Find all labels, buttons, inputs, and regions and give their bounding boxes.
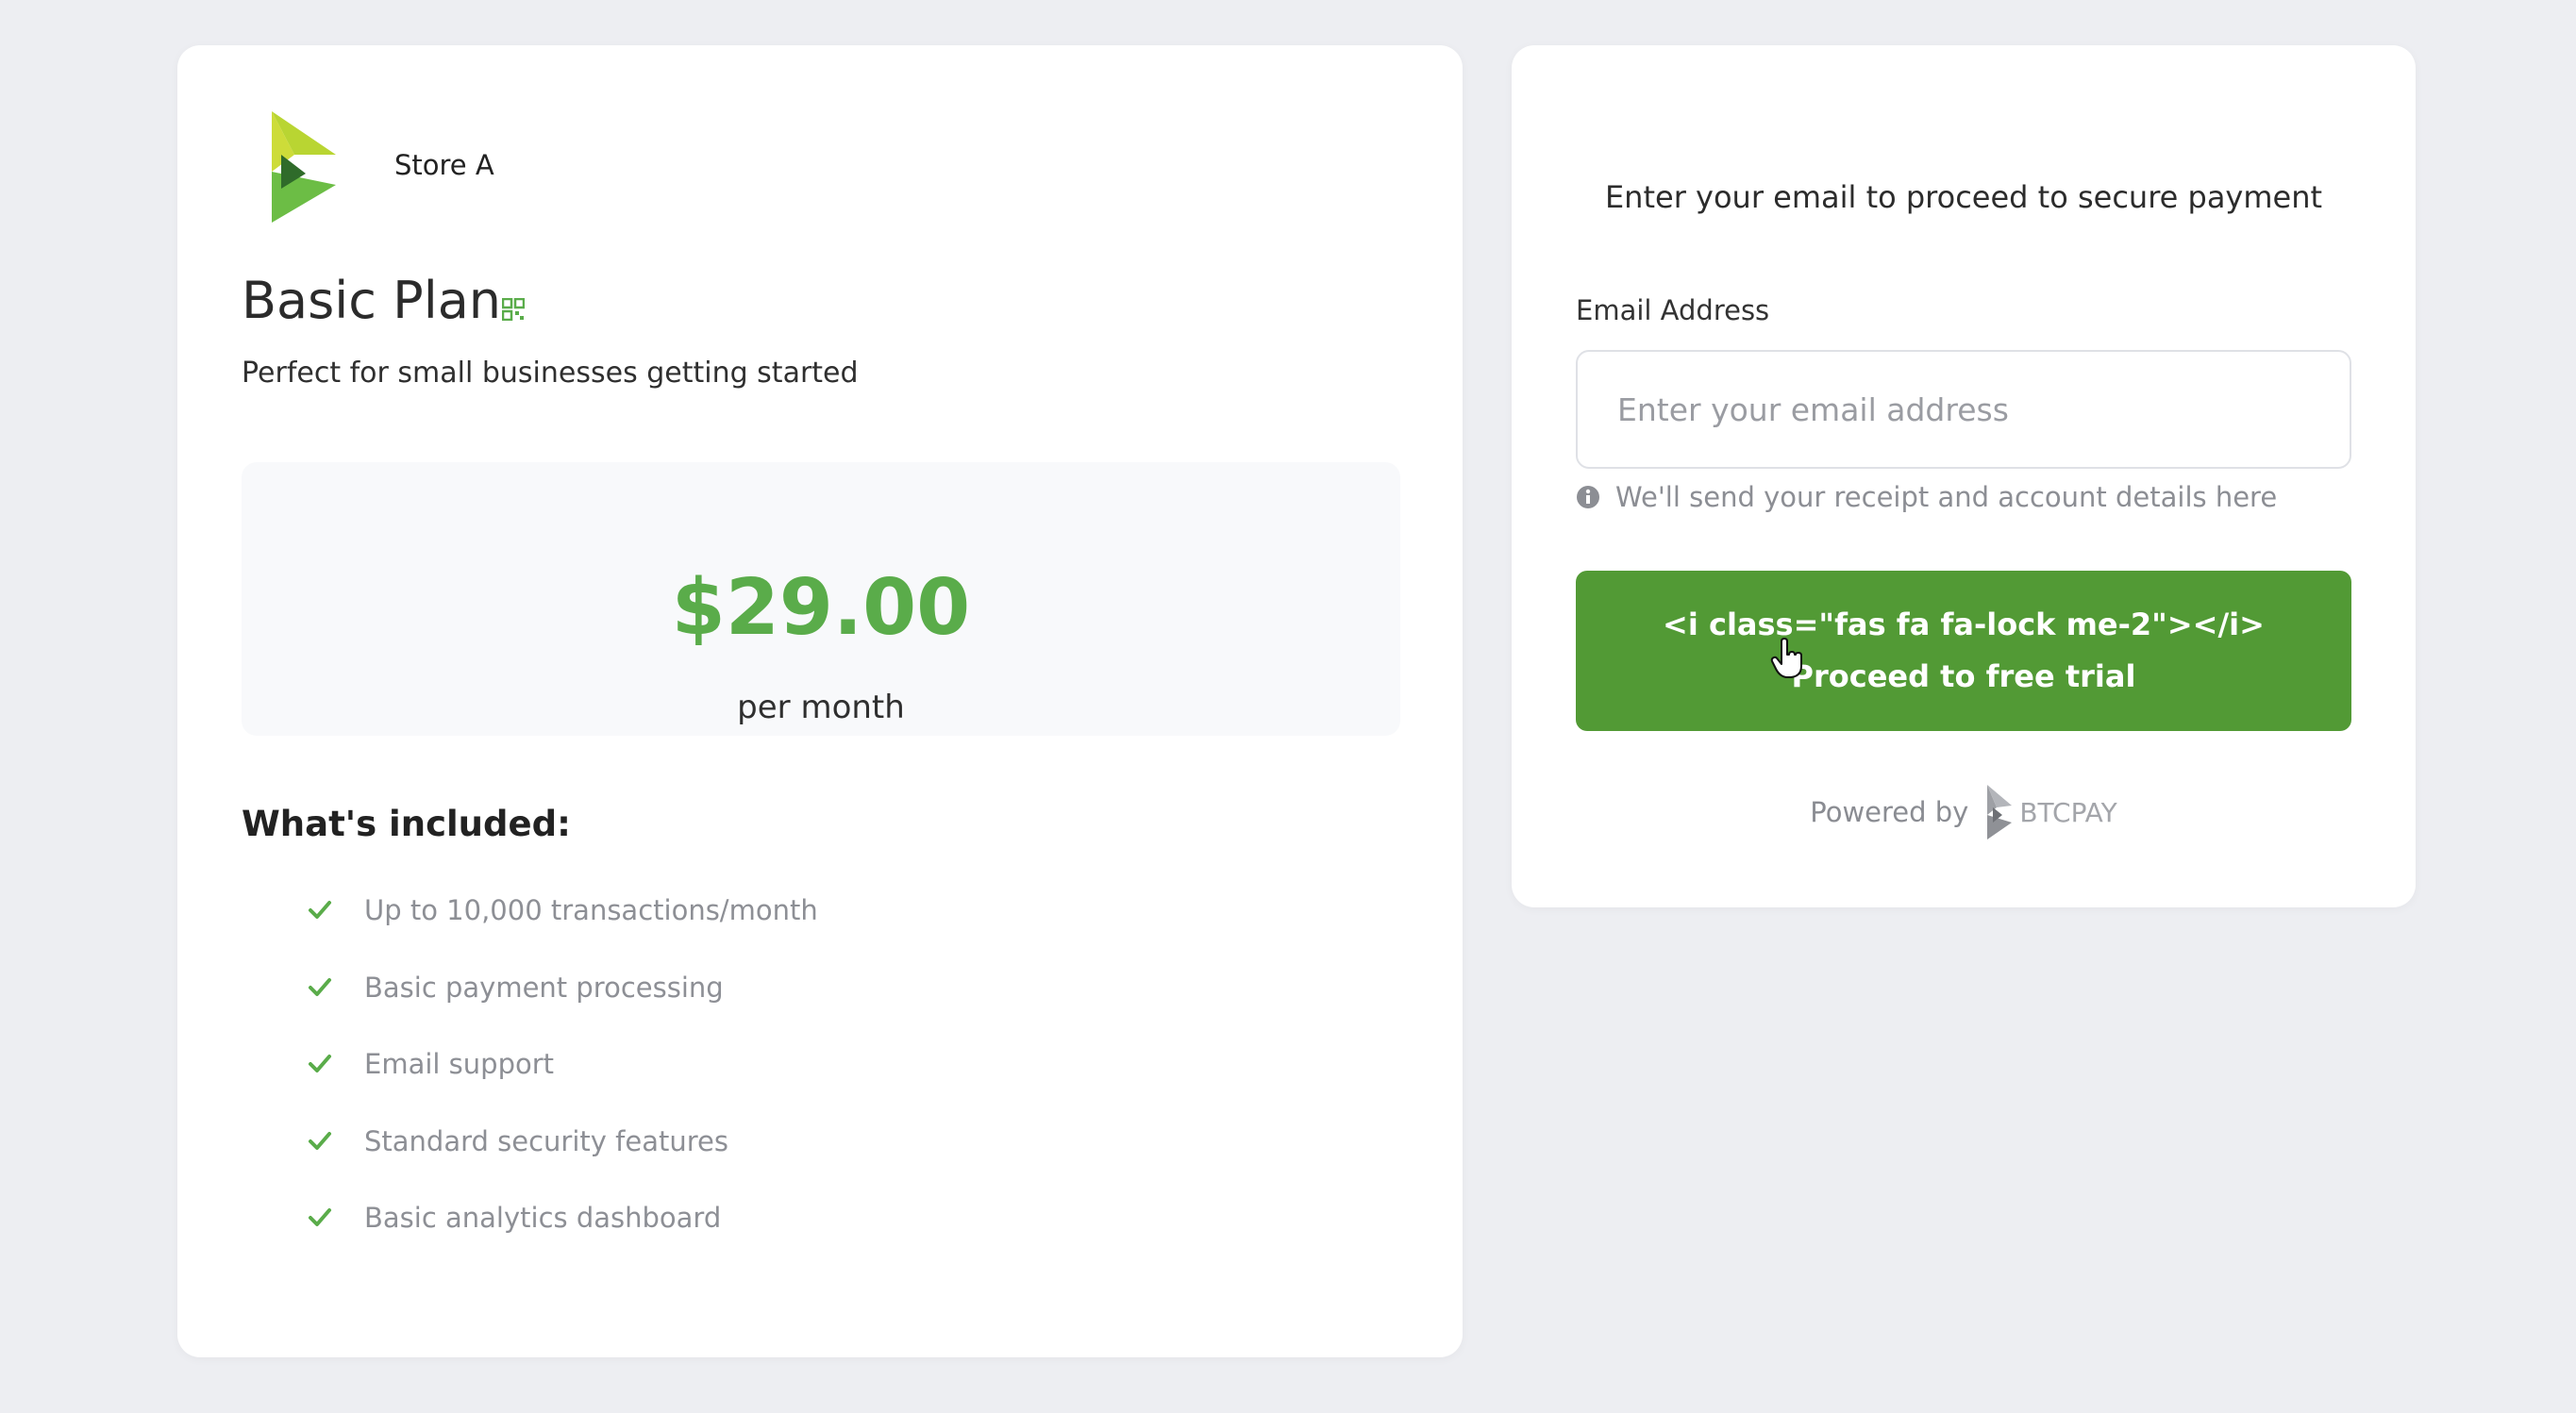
- powered-by-text: Powered by: [1810, 796, 1969, 828]
- check-icon: [309, 1131, 331, 1150]
- btcpay-logo-icon[interactable]: [1983, 783, 2016, 841]
- checkout-intro: Enter your email to proceed to secure pa…: [1604, 179, 2323, 215]
- feature-item: Basic payment processing: [308, 972, 818, 1049]
- email-hint: We'll send your receipt and account deta…: [1576, 481, 2277, 513]
- feature-text: Up to 10,000 transactions/month: [364, 894, 818, 926]
- hint-text: We'll send your receipt and account deta…: [1615, 481, 2278, 513]
- email-label: Email Address: [1576, 294, 1770, 326]
- check-icon: [309, 977, 331, 996]
- button-raw-icon-markup: <i class="fas fa fa-lock me-2"></i>: [1663, 607, 2265, 642]
- feature-text: Standard security features: [364, 1124, 728, 1157]
- plan-price: $29.00: [671, 563, 971, 653]
- feature-text: Email support: [364, 1048, 555, 1080]
- store-logo-icon: [272, 111, 336, 223]
- powered-by: Powered by BTCPAY: [1512, 783, 2416, 841]
- btcpay-brand-text[interactable]: BTCPAY: [2019, 797, 2116, 828]
- feature-list: Up to 10,000 transactions/month Basic pa…: [308, 894, 818, 1279]
- plan-title: Basic Plan: [242, 271, 502, 330]
- info-icon: [1577, 486, 1599, 508]
- email-field[interactable]: [1576, 350, 2351, 469]
- check-icon: [309, 901, 331, 919]
- store-name: Store A: [394, 149, 494, 181]
- check-icon: [309, 1055, 331, 1072]
- feature-text: Basic analytics dashboard: [364, 1202, 722, 1234]
- plan-description: Perfect for small businesses getting sta…: [242, 357, 859, 390]
- feature-item: Up to 10,000 transactions/month: [308, 894, 818, 972]
- feature-item: Basic analytics dashboard: [308, 1202, 818, 1279]
- checkout-card: Enter your email to proceed to secure pa…: [1512, 45, 2416, 907]
- feature-text: Basic payment processing: [364, 971, 724, 1004]
- price-box: $29.00 per month: [242, 462, 1400, 736]
- feature-item: Standard security features: [308, 1125, 818, 1203]
- check-icon: [309, 1208, 331, 1226]
- included-heading: What's included:: [242, 804, 571, 844]
- proceed-to-trial-button[interactable]: <i class="fas fa fa-lock me-2"></i> Proc…: [1576, 571, 2351, 731]
- feature-item: Email support: [308, 1048, 818, 1125]
- qr-code-icon[interactable]: [502, 298, 525, 321]
- plan-card: Store A Basic Plan Perfect for small bus…: [177, 45, 1463, 1357]
- button-label: Proceed to free trial: [1791, 658, 2136, 694]
- price-period: per month: [737, 689, 905, 726]
